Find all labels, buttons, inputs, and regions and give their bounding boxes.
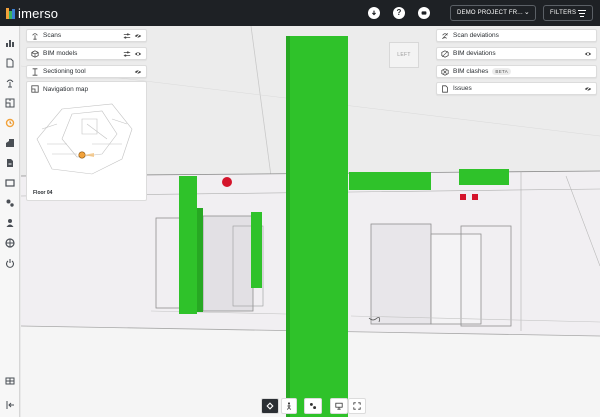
scan-deviations-label: Scan deviations bbox=[453, 32, 499, 39]
building-icon[interactable] bbox=[5, 138, 15, 148]
bim-deviations-label: BIM deviations bbox=[453, 50, 496, 57]
layout-icon[interactable] bbox=[5, 376, 15, 386]
scan-deviation-icon bbox=[441, 32, 449, 40]
navigation-map-label: Navigation map bbox=[43, 85, 89, 93]
sectioning-tool-label: Sectioning tool bbox=[43, 68, 86, 75]
navigate-tool-button[interactable] bbox=[261, 398, 279, 414]
issues-label: Issues bbox=[453, 85, 472, 92]
chevron-down-icon: ⌄ bbox=[523, 9, 530, 16]
bim-deviation-icon bbox=[441, 49, 449, 58]
floorplan-icon[interactable] bbox=[5, 98, 15, 108]
eye-icon[interactable] bbox=[584, 50, 592, 58]
document-icon[interactable] bbox=[5, 58, 15, 68]
project-selector[interactable]: DEMO PROJECT FR... ⌄ bbox=[450, 5, 536, 21]
sectioning-tool-panel[interactable]: Sectioning tool bbox=[26, 65, 147, 78]
scan-deviations-panel[interactable]: Scan deviations bbox=[436, 29, 597, 42]
map-icon bbox=[31, 85, 39, 93]
filter-icon bbox=[578, 10, 586, 19]
sidebar bbox=[0, 26, 20, 417]
fullscreen-button[interactable] bbox=[348, 398, 366, 414]
presentation-icon bbox=[335, 402, 343, 410]
panel-icon[interactable] bbox=[5, 178, 15, 188]
hidden-eye-icon[interactable] bbox=[134, 68, 142, 76]
beta-badge: BETA bbox=[492, 68, 512, 75]
download-icon[interactable] bbox=[368, 7, 380, 19]
bim-clashes-panel[interactable]: BIM clashes BETA bbox=[436, 65, 597, 78]
scan-antenna-icon bbox=[31, 32, 39, 40]
measure-icon bbox=[309, 402, 317, 410]
report-icon[interactable] bbox=[5, 158, 15, 168]
chart-icon[interactable] bbox=[5, 38, 15, 48]
collapse-icon[interactable] bbox=[5, 400, 15, 410]
floor-plan-map[interactable] bbox=[32, 99, 142, 179]
top-bar: imerso ? DEMO PROJECT FR... ⌄ FILTERS bbox=[0, 0, 600, 26]
scans-label: Scans bbox=[43, 32, 62, 39]
walk-tool-button[interactable] bbox=[281, 398, 297, 414]
eye-icon[interactable] bbox=[134, 50, 142, 58]
walk-icon bbox=[287, 402, 291, 410]
measure-tool-button[interactable] bbox=[304, 398, 322, 414]
logo-icon bbox=[6, 7, 15, 19]
filters-label: FILTERS bbox=[550, 10, 577, 16]
cube-icon bbox=[31, 49, 39, 58]
navigation-map-panel[interactable]: Navigation map Floor 04 bbox=[26, 81, 147, 201]
bim-models-panel[interactable]: BIM models bbox=[26, 47, 147, 60]
logo[interactable]: imerso bbox=[6, 6, 58, 21]
power-icon[interactable] bbox=[5, 258, 15, 268]
sliders-icon[interactable] bbox=[123, 50, 131, 58]
hidden-eye-icon[interactable] bbox=[584, 85, 592, 93]
globe-icon[interactable] bbox=[5, 238, 15, 248]
settings-icon[interactable] bbox=[5, 198, 15, 208]
account-icon[interactable] bbox=[418, 7, 430, 19]
floor-label: Floor 04 bbox=[33, 190, 53, 196]
scans-panel[interactable]: Scans bbox=[26, 29, 147, 42]
clash-icon bbox=[441, 67, 449, 76]
project-selector-label: DEMO PROJECT FR... bbox=[457, 10, 523, 16]
navigate-icon bbox=[266, 402, 274, 410]
hidden-eye-icon[interactable] bbox=[134, 32, 142, 40]
bim-models-label: BIM models bbox=[43, 50, 78, 57]
section-icon bbox=[31, 67, 39, 76]
viewcube[interactable]: LEFT bbox=[389, 42, 419, 68]
progress-icon[interactable] bbox=[5, 118, 15, 128]
filters-button[interactable]: FILTERS bbox=[543, 5, 593, 21]
help-icon[interactable]: ? bbox=[393, 7, 405, 19]
app-name: imerso bbox=[18, 5, 59, 21]
issues-panel[interactable]: Issues bbox=[436, 82, 597, 95]
fullscreen-icon bbox=[353, 402, 361, 410]
issue-document-icon bbox=[441, 84, 449, 93]
presentation-tool-button[interactable] bbox=[330, 398, 348, 414]
viewcube-label: LEFT bbox=[397, 52, 411, 58]
scan-antenna-icon[interactable] bbox=[5, 78, 15, 88]
bim-deviations-panel[interactable]: BIM deviations bbox=[436, 47, 597, 60]
bim-clashes-label: BIM clashes bbox=[453, 68, 489, 75]
sliders-icon[interactable] bbox=[123, 32, 131, 40]
user-icon[interactable] bbox=[5, 218, 15, 228]
